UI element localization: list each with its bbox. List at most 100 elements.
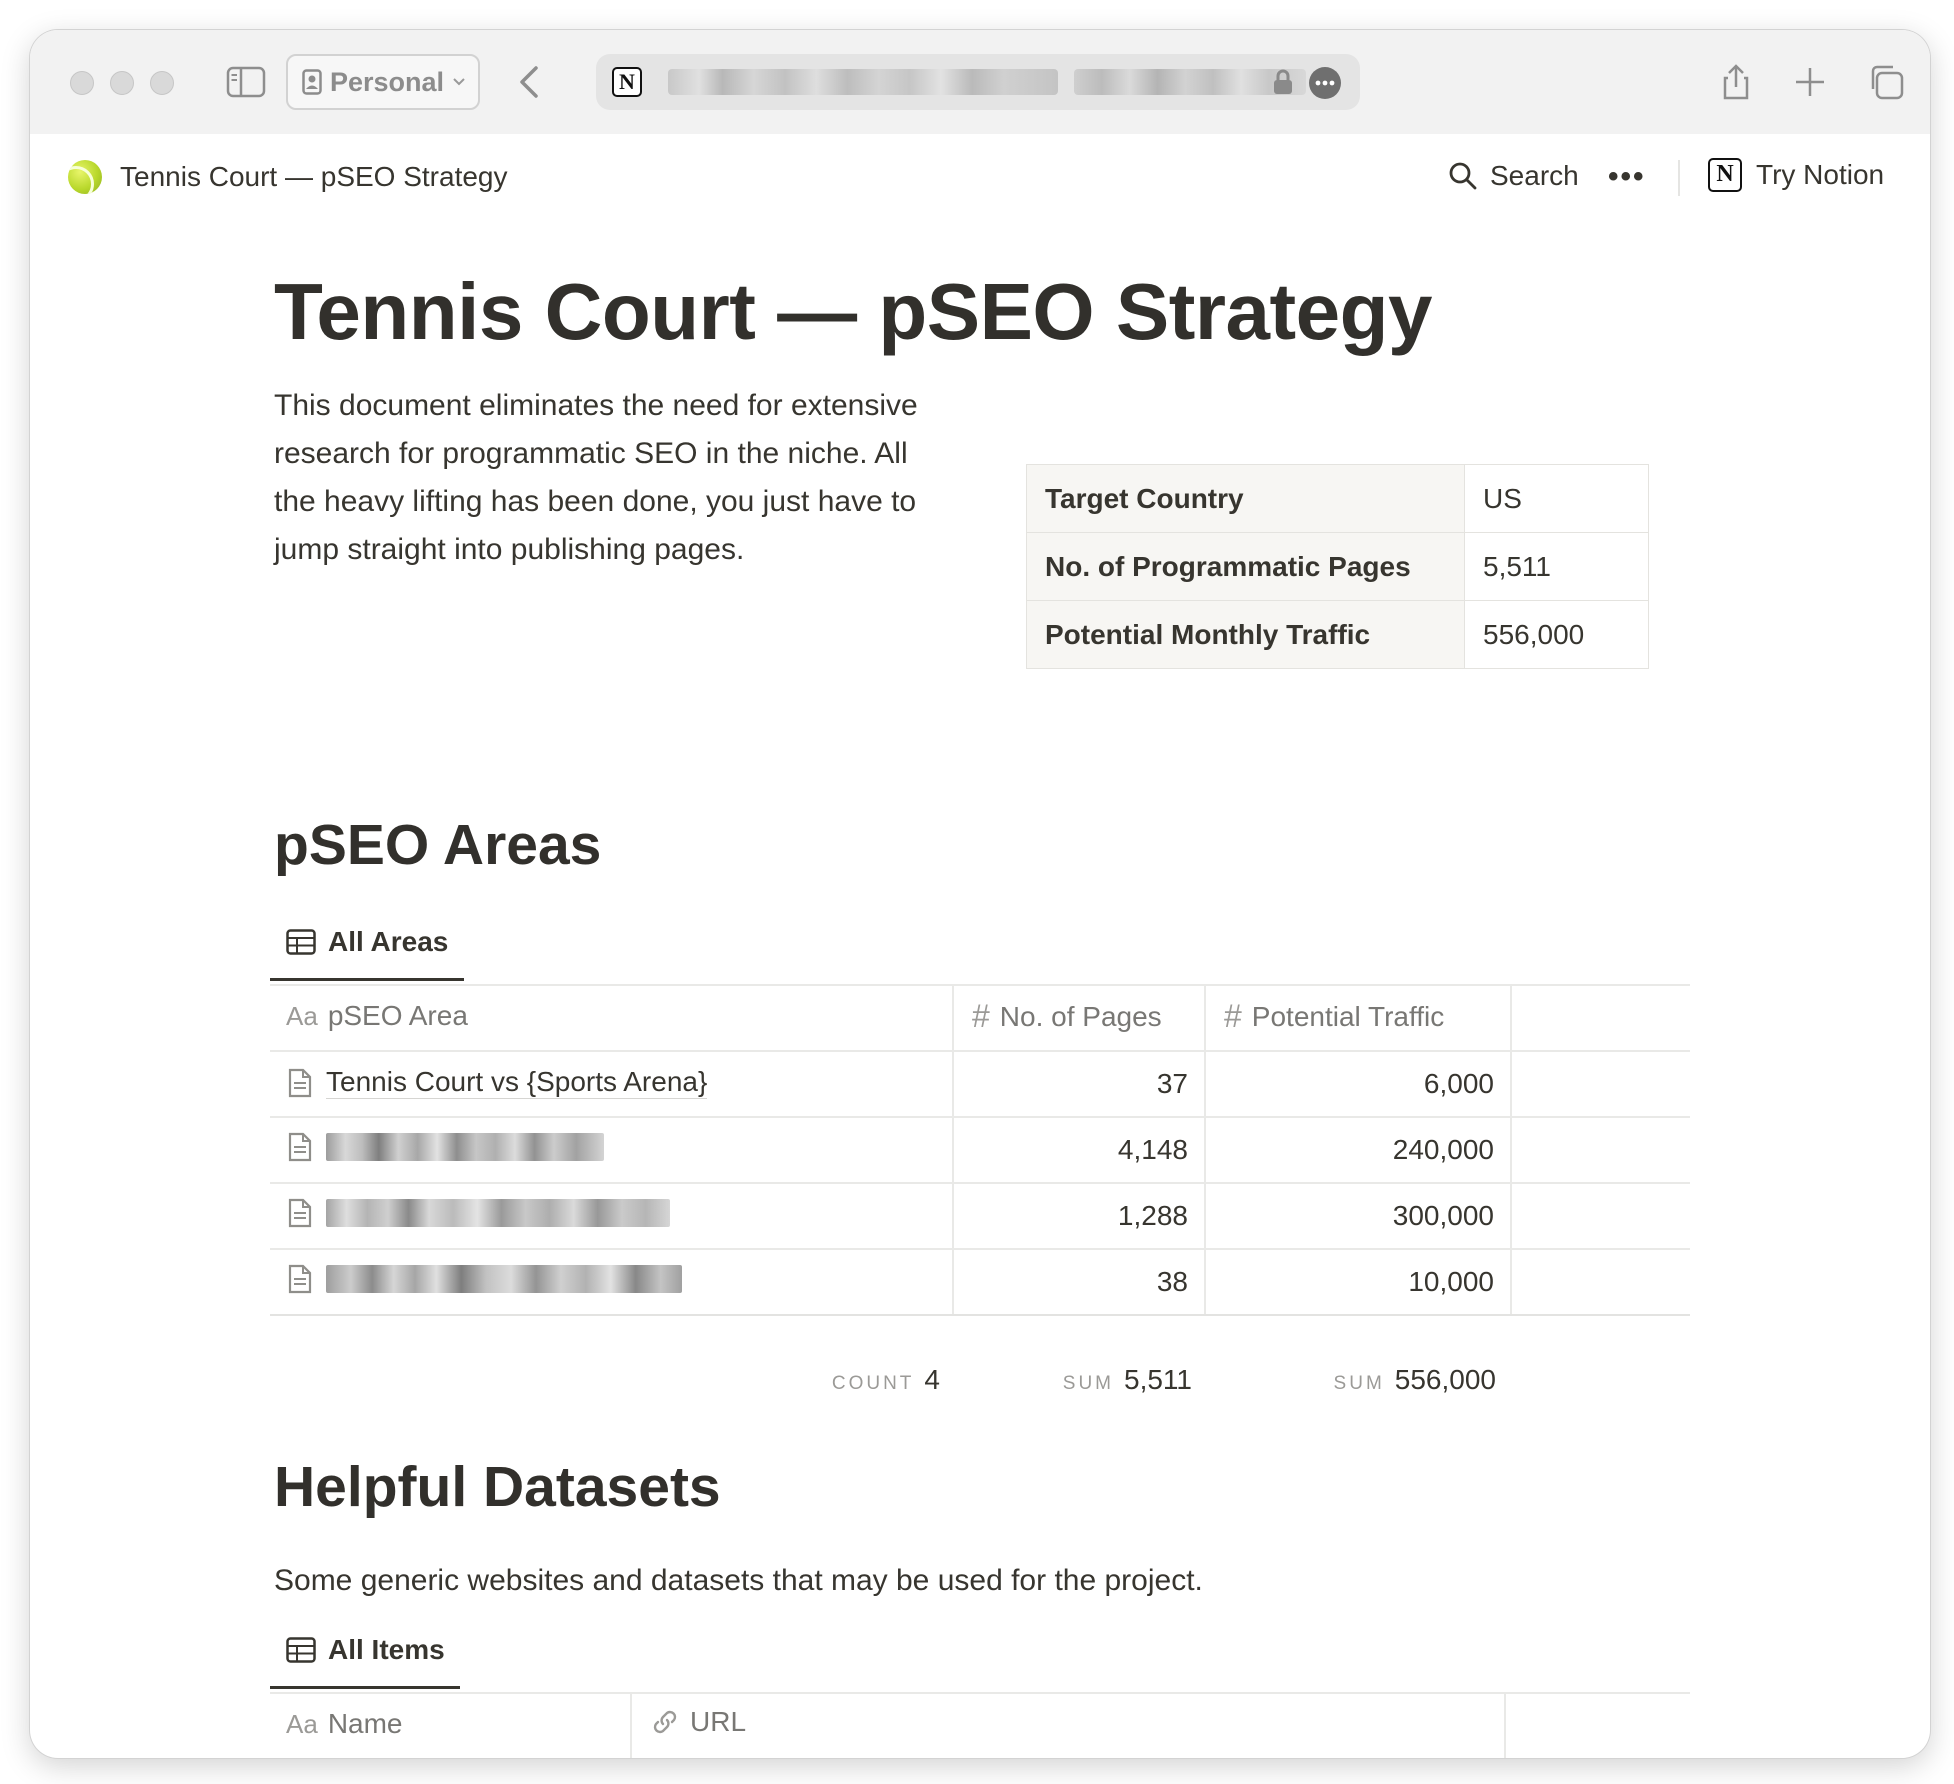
table-border [270,1182,1690,1184]
tab-all-areas[interactable]: All Areas [286,926,448,958]
ellipsis-icon[interactable] [1308,66,1342,100]
zoom-window-button[interactable] [150,71,174,95]
address-bar[interactable]: N [596,54,1360,110]
table-row[interactable] [288,1132,604,1162]
aggregate-value: 5,511 [1124,1364,1192,1395]
active-tab-indicator [270,978,464,981]
table-border [952,984,954,1314]
text-type-icon: Aa [286,1000,318,1031]
text-type-icon: Aa [286,1708,318,1739]
column-header-area[interactable]: Aa pSEO Area [286,1000,468,1032]
link-icon [653,1710,677,1734]
notion-logo-icon: N [612,67,642,97]
column-header-url[interactable]: URL [650,1706,746,1738]
search-label: Search [1490,160,1579,191]
summary-value: 556,000 [1464,600,1649,669]
column-label: pSEO Area [327,1000,468,1031]
page-icon [288,1068,312,1097]
try-notion-button[interactable]: N Try Notion [1708,158,1884,192]
minimize-window-button[interactable] [110,71,134,95]
breadcrumb[interactable]: Tennis Court — pSEO Strategy [68,160,508,194]
count-aggregate[interactable]: COUNT 4 [730,1364,940,1396]
person-icon [302,69,322,95]
summary-row: No. of Programmatic Pages 5,511 [1026,532,1649,601]
share-icon[interactable] [1716,62,1756,102]
summary-row: Target Country US [1026,464,1649,533]
redacted-row-name [326,1265,682,1293]
aggregate-value: 556,000 [1394,1364,1496,1395]
tab-label: All Items [328,1634,445,1665]
areas-heading: pSEO Areas [274,813,602,877]
table-border [1204,984,1206,1314]
table-border [1504,1692,1506,1758]
row-name: Tennis Court vs {Sports Arena} [326,1066,708,1099]
table-border [270,1116,1690,1118]
traffic-sum-aggregate[interactable]: SUM 556,000 [1222,1364,1496,1396]
column-label: Potential Traffic [1251,1000,1445,1032]
browser-window: Personal N Tennis Court — pSEO Strategy … [30,30,1930,1758]
row-pages: 37 [1156,1068,1188,1099]
close-window-button[interactable] [70,71,94,95]
table-border [270,1050,1690,1052]
search-icon [1449,162,1477,190]
column-label: No. of Pages [999,1000,1162,1032]
table-row[interactable] [288,1264,682,1294]
topbar-divider [1678,160,1680,196]
column-header-traffic[interactable]: # Potential Traffic [1224,998,1444,1035]
summary-label: No. of Programmatic Pages [1026,532,1465,601]
back-arrow-icon[interactable] [510,60,550,104]
plus-icon[interactable] [1790,62,1830,102]
column-header-pages[interactable]: # No. of Pages [972,998,1162,1035]
notion-topbar: Tennis Court — pSEO Strategy Search ••• … [30,134,1930,220]
tab-label: All Areas [328,926,449,957]
active-tab-indicator [270,1686,460,1689]
row-traffic: 300,000 [1392,1200,1494,1231]
aggregate-value: 4 [924,1364,940,1395]
sidebar-icon[interactable] [226,66,266,98]
pages-sum-aggregate[interactable]: SUM 5,511 [970,1364,1192,1396]
redacted-row-name [326,1133,604,1161]
table-view-icon [286,929,316,955]
table-border [270,1692,1690,1694]
intro-paragraph: This document eliminates the need for ex… [274,389,918,566]
tabs-icon[interactable] [1866,62,1906,102]
tennis-ball-icon [68,160,102,194]
number-type-icon: # [1224,998,1242,1034]
aggregate-label: SUM [1062,1373,1114,1394]
page-icon [288,1198,312,1228]
search-button[interactable]: Search [1448,160,1579,192]
lock-icon [1274,69,1292,94]
aggregate-label: SUM [1333,1373,1385,1394]
tab-all-items[interactable]: All Items [286,1634,445,1666]
notion-logo-icon: N [1708,158,1742,192]
summary-label: Target Country [1026,464,1465,533]
row-traffic: 6,000 [1423,1068,1494,1099]
table-border [630,1692,632,1758]
chevron-down-icon [453,78,465,86]
table-border [1510,984,1512,1314]
datasets-heading: Helpful Datasets [274,1455,721,1519]
more-options-button[interactable]: ••• [1608,160,1646,194]
datasets-description: Some generic websites and datasets that … [274,1564,1203,1597]
redacted-row-name [326,1199,670,1227]
summary-value: 5,511 [1464,532,1649,601]
row-pages: 1,288 [1117,1200,1188,1231]
column-label: URL [690,1706,747,1737]
summary-table: Target Country US No. of Programmatic Pa… [1026,464,1649,669]
profile-selector[interactable]: Personal [286,54,480,110]
table-border [270,1314,1690,1316]
column-header-name[interactable]: Aa Name [286,1708,403,1740]
summary-label: Potential Monthly Traffic [1026,600,1465,669]
table-row[interactable]: Tennis Court vs {Sports Arena} [288,1066,708,1099]
try-notion-label: Try Notion [1756,159,1885,190]
summary-row: Potential Monthly Traffic 556,000 [1026,600,1649,669]
table-view-icon [286,1637,316,1663]
page-icon [288,1264,312,1294]
page-icon [288,1132,312,1162]
browser-toolbar: Personal N [30,30,1930,135]
table-border [270,984,1690,986]
column-label: Name [327,1708,403,1739]
page-title: Tennis Court — pSEO Strategy [274,267,1433,356]
breadcrumb-title: Tennis Court — pSEO Strategy [120,161,508,192]
table-row[interactable] [288,1198,670,1228]
